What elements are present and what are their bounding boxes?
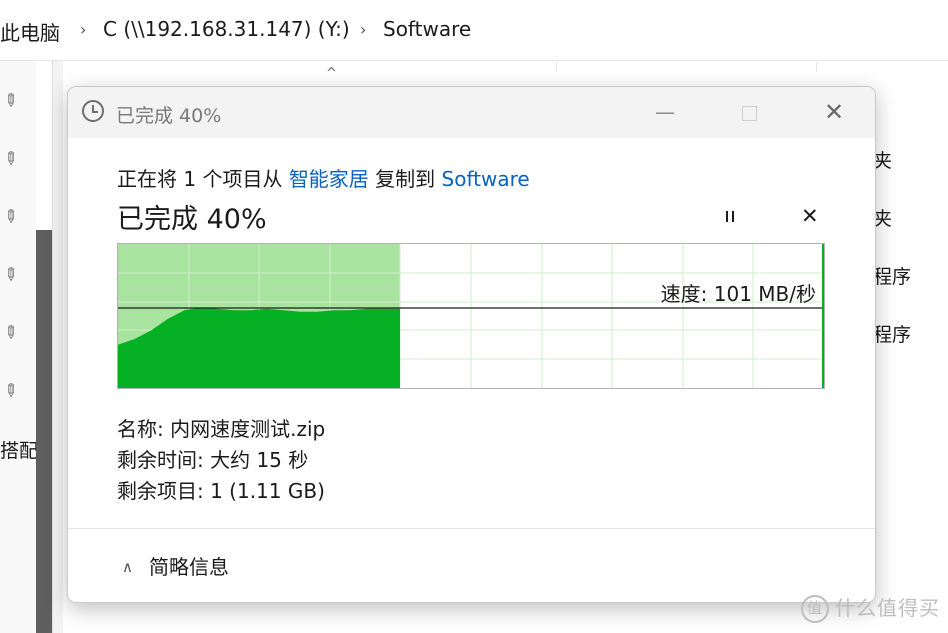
- file-type-cell: 程序: [873, 266, 912, 288]
- fewer-details-toggle[interactable]: ∧ 简略信息: [122, 551, 229, 580]
- clock-icon: [82, 100, 104, 122]
- transfer-speed-graph: 速度: 101 MB/秒: [117, 243, 825, 389]
- breadcrumb-this-pc[interactable]: 此电脑: [0, 17, 60, 46]
- items-remaining-row: 剩余项目: 1 (1.11 GB): [117, 479, 325, 503]
- pause-icon-bar: [732, 211, 734, 222]
- copy-prefix: 正在将 1 个项目从: [117, 167, 283, 191]
- column-divider[interactable]: [816, 62, 817, 72]
- explorer-address-bar: 此电脑 › C (\\192.168.31.147) (Y:) › Softwa…: [0, 0, 948, 61]
- pin-icon: ✎: [0, 378, 23, 404]
- watermark: 值什么值得买: [801, 592, 940, 623]
- cancel-copy-button[interactable]: ✕: [801, 204, 819, 228]
- time-remaining-row: 剩余时间: 大约 15 秒: [117, 448, 309, 472]
- file-name-row: 名称: 内网速度测试.zip: [117, 417, 326, 441]
- close-button[interactable]: ✕: [817, 96, 851, 128]
- maximize-icon: [741, 106, 757, 121]
- destination-folder-link[interactable]: Software: [442, 167, 530, 191]
- chevron-up-icon: ∧: [122, 558, 133, 576]
- file-type-cell: 程序: [873, 324, 912, 346]
- watermark-logo-icon: 值: [801, 595, 829, 623]
- dialog-title: 已完成 40%: [116, 105, 222, 127]
- chevron-right-icon: ›: [360, 20, 367, 39]
- minimize-button[interactable]: —: [648, 96, 682, 128]
- fewer-details-label: 简略信息: [148, 555, 229, 579]
- copy-description: 正在将 1 个项目从 智能家居 复制到 Software: [117, 163, 530, 192]
- pane-splitter[interactable]: [52, 61, 63, 633]
- chevron-right-icon: ›: [80, 20, 87, 39]
- breadcrumb-drive[interactable]: C (\\192.168.31.147) (Y:): [103, 17, 350, 41]
- navigation-pane: ✎ ✎ ✎ ✎ ✎ ✎: [0, 61, 36, 633]
- pin-icon: ✎: [0, 320, 23, 346]
- copy-mid: 复制到: [375, 167, 436, 191]
- pause-icon-bar: [726, 211, 728, 222]
- footer-divider: [68, 528, 875, 529]
- pin-icon: ✎: [0, 146, 23, 172]
- progress-heading: 已完成 40%: [117, 204, 267, 235]
- copy-progress-dialog: 已完成 40% — ✕ 正在将 1 个项目从 智能家居 复制到 Software…: [67, 86, 876, 603]
- source-folder-link[interactable]: 智能家居: [289, 167, 369, 191]
- breadcrumb-folder[interactable]: Software: [383, 17, 471, 41]
- column-divider[interactable]: [556, 62, 557, 72]
- pause-button[interactable]: [719, 206, 741, 228]
- pin-icon: ✎: [0, 262, 23, 288]
- speed-label: 速度: 101 MB/秒: [660, 282, 816, 306]
- nav-item-label[interactable]: 搭配: [0, 436, 38, 463]
- nav-scrollbar[interactable]: [36, 230, 52, 633]
- pin-icon: ✎: [0, 88, 23, 114]
- pin-icon: ✎: [0, 204, 23, 230]
- dialog-titlebar[interactable]: 已完成 40% — ✕: [68, 87, 875, 138]
- speed-graph-svg: [118, 244, 824, 388]
- sort-up-icon: ^: [326, 66, 337, 81]
- watermark-text: 什么值得买: [835, 595, 940, 620]
- maximize-button[interactable]: [732, 96, 766, 128]
